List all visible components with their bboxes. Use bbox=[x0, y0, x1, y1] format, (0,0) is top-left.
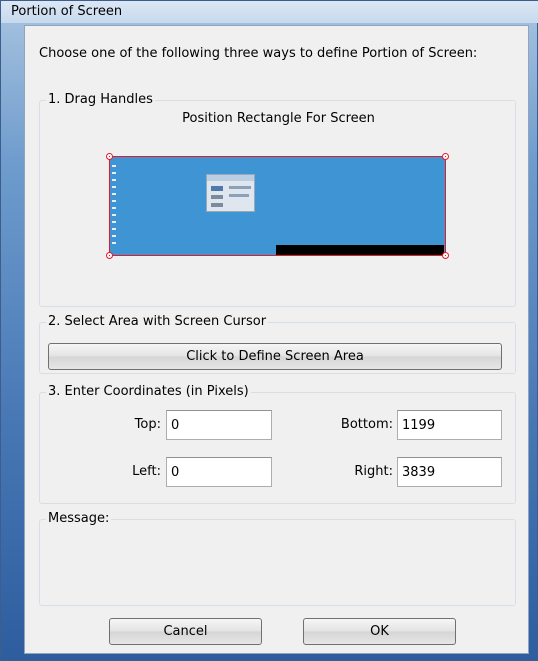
bottom-label: Bottom: bbox=[340, 417, 393, 432]
cancel-button[interactable]: Cancel bbox=[109, 618, 262, 645]
top-input[interactable] bbox=[166, 410, 272, 440]
right-label: Right: bbox=[354, 464, 393, 479]
dialog-content: Choose one of the following three ways t… bbox=[24, 25, 529, 654]
handle-bottom-right[interactable] bbox=[442, 252, 449, 259]
left-input[interactable] bbox=[166, 457, 272, 487]
top-label: Top: bbox=[134, 417, 161, 432]
intro-text: Choose one of the following three ways t… bbox=[39, 46, 478, 61]
left-label: Left: bbox=[132, 464, 161, 479]
preview-window-thumbnail bbox=[206, 174, 255, 212]
preview-subtitle: Position Rectangle For Screen bbox=[182, 111, 375, 126]
handle-top-right[interactable] bbox=[442, 153, 449, 160]
select-area-legend: 2. Select Area with Screen Cursor bbox=[46, 314, 269, 329]
ok-button[interactable]: OK bbox=[303, 618, 456, 645]
desktop-icons bbox=[112, 165, 116, 245]
handle-bottom-left[interactable] bbox=[106, 252, 113, 259]
coordinates-group: 3. Enter Coordinates (in Pixels) bbox=[39, 384, 516, 504]
window-title: Portion of Screen bbox=[11, 4, 123, 19]
drag-handles-legend: 1. Drag Handles bbox=[46, 92, 155, 107]
preview-taskbar bbox=[276, 245, 444, 255]
screen-preview-rectangle[interactable] bbox=[106, 153, 449, 259]
handle-top-left[interactable] bbox=[106, 153, 113, 160]
right-input[interactable] bbox=[397, 457, 502, 487]
message-legend: Message: bbox=[46, 511, 112, 526]
bottom-input[interactable] bbox=[397, 410, 502, 440]
define-screen-area-button[interactable]: Click to Define Screen Area bbox=[48, 343, 502, 370]
title-bar[interactable]: Portion of Screen bbox=[1, 1, 538, 23]
message-group: Message: bbox=[39, 511, 516, 606]
coordinates-legend: 3. Enter Coordinates (in Pixels) bbox=[46, 384, 251, 399]
window-frame: Portion of Screen Choose one of the foll… bbox=[0, 0, 538, 661]
